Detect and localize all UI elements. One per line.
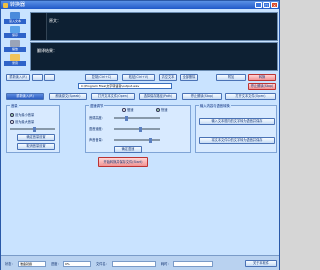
convert-panel: 输入内容与语音转换 输入文本框内的文字转为语音并保存 将文本文件中的文字转为语音… (195, 103, 277, 153)
speed-label: 语音速度： (89, 127, 105, 131)
speed-slider[interactable] (114, 127, 160, 132)
tool-record[interactable]: 录音 (4, 54, 26, 67)
reset-button[interactable]: 重新读入(R) (6, 74, 30, 81)
speed-radio-fast[interactable]: 快速 (156, 107, 167, 112)
window-title: 转换器 (10, 2, 26, 8)
volume-slider-knob[interactable] (33, 127, 36, 132)
status-bar: 状态： 准备就绪 进度： 0% 文件名： 耗时： 关于本软件 (1, 255, 279, 270)
convert-text-button[interactable]: 输入文本框内的文字转为语音并保存 (199, 118, 275, 125)
pitch-slider[interactable] (114, 116, 160, 121)
status-value: 准备就绪 (18, 261, 46, 267)
main-window: 转换器 _ □ × 读入文本 保存 播放 录音 原文： 翻译结果： 重新读入(R… (0, 0, 280, 270)
close-button[interactable]: × (271, 2, 278, 8)
speed-panel: 语速调节 慢速 快速 音调高度： 语音速度： 声音音量： 确定语速 (85, 103, 191, 153)
convert-button[interactable]: 转换 (248, 74, 276, 81)
maximize-button[interactable]: □ (263, 2, 270, 8)
convert-file-button[interactable]: 将文本文件中的文字转为语音并保存 (199, 137, 275, 144)
radio-slow-label: 慢速 (127, 108, 134, 112)
tool-play[interactable]: 播放 (4, 40, 26, 53)
confirm-volume-button[interactable]: 确定音量设置 (17, 134, 55, 141)
reread-button[interactable]: 重新读入(R) (6, 93, 44, 100)
volume-panel-title: 音量 (10, 103, 19, 108)
volume-panel: 音量 设为最小音量 设为最大音量 确定音量设置 取消音量设置 (6, 103, 60, 153)
file-button[interactable]: 打开文本文件(Open) (91, 93, 135, 100)
tool-save[interactable]: 保存 (4, 26, 26, 39)
sound-volume-slider[interactable] (114, 138, 160, 143)
elapsed-value (173, 261, 213, 267)
start-convert-button[interactable]: 开始转换并保存文件(Start) (98, 157, 148, 167)
status-label: 状态： (5, 262, 15, 266)
title-bar: 转换器 _ □ × (1, 1, 279, 9)
append-button[interactable]: 附加 (216, 74, 246, 81)
speed-radio-slow[interactable]: 慢速 (122, 107, 133, 112)
volume-radio-max[interactable]: 设为最大音量 (10, 119, 34, 124)
window-controls: _ □ × (255, 2, 278, 8)
volume-radio-min[interactable]: 设为最小音量 (10, 112, 34, 117)
radio-max-dot (10, 120, 14, 124)
record-icon (10, 54, 20, 61)
progress-label: 进度： (51, 262, 61, 266)
cancel-volume-button[interactable]: 取消音量设置 (17, 143, 55, 150)
tool-save-label: 保存 (4, 33, 26, 38)
tool-open[interactable]: 读入文本 (4, 12, 26, 25)
small-button-a[interactable] (32, 74, 43, 81)
speed-slider-knob[interactable] (139, 127, 142, 132)
confirm-speed-button[interactable]: 确定语速 (114, 146, 142, 153)
sound-volume-slider-knob[interactable] (149, 138, 152, 143)
tool-record-label: 录音 (4, 61, 26, 66)
save-icon (10, 26, 20, 33)
speed-panel-title: 语速调节 (89, 103, 105, 108)
about-button[interactable]: 关于本软件 (245, 260, 277, 267)
delete-all-button[interactable]: 全部删除 (180, 74, 198, 81)
small-button-b[interactable] (44, 74, 55, 81)
copy-button[interactable]: 复制(Ctrl+C) (85, 74, 118, 81)
pitch-slider-knob[interactable] (125, 116, 128, 121)
radio-fast-label: 快速 (161, 108, 168, 112)
radio-min-label: 设为最小音量 (15, 113, 35, 117)
progress-value: 0% (63, 261, 91, 267)
volume-slider[interactable] (10, 127, 55, 132)
elapsed-label: 耗时： (161, 262, 171, 266)
result-label: 翻译结果： (37, 48, 57, 53)
radio-min-dot (10, 113, 14, 117)
radio-fast-dot (156, 108, 160, 112)
play-icon (10, 40, 20, 47)
path-button[interactable]: 选择保存路径(Path) (139, 93, 177, 100)
radio-max-label: 设为最大音量 (15, 120, 35, 124)
stop-speak-button[interactable]: 停止朗读(Stop) (182, 93, 222, 100)
app-icon (3, 2, 8, 8)
paste-button[interactable]: 粘贴(Ctrl+V) (122, 74, 155, 81)
source-label: 原文： (49, 18, 61, 23)
filename-value (112, 261, 156, 267)
sound-volume-label: 声音音量： (89, 138, 105, 142)
save-path-field[interactable]: C:\Program Files\文字转语音\output.wav (78, 83, 172, 89)
source-gutter (31, 13, 47, 40)
open-file-button[interactable]: 打开文本文件(Open) (225, 93, 276, 100)
pitch-label: 音调高度： (89, 116, 105, 120)
minimize-button[interactable]: _ (255, 2, 262, 8)
clear-button[interactable]: 清空文本 (159, 74, 177, 81)
left-toolbar: 读入文本 保存 播放 录音 (4, 12, 28, 68)
tool-play-label: 播放 (4, 47, 26, 52)
speak-button[interactable]: 朗读原文(Speak) (49, 93, 87, 100)
tool-open-label: 读入文本 (4, 19, 26, 24)
source-text-area[interactable]: 原文： (30, 12, 278, 41)
stop-button[interactable]: 停止朗读(Stop) (248, 83, 276, 90)
open-icon (10, 12, 20, 19)
result-text-area[interactable]: 翻译结果： (30, 42, 278, 71)
radio-slow-dot (122, 108, 126, 112)
filename-label: 文件名： (96, 262, 109, 266)
convert-panel-title: 输入内容与语音转换 (199, 103, 231, 108)
